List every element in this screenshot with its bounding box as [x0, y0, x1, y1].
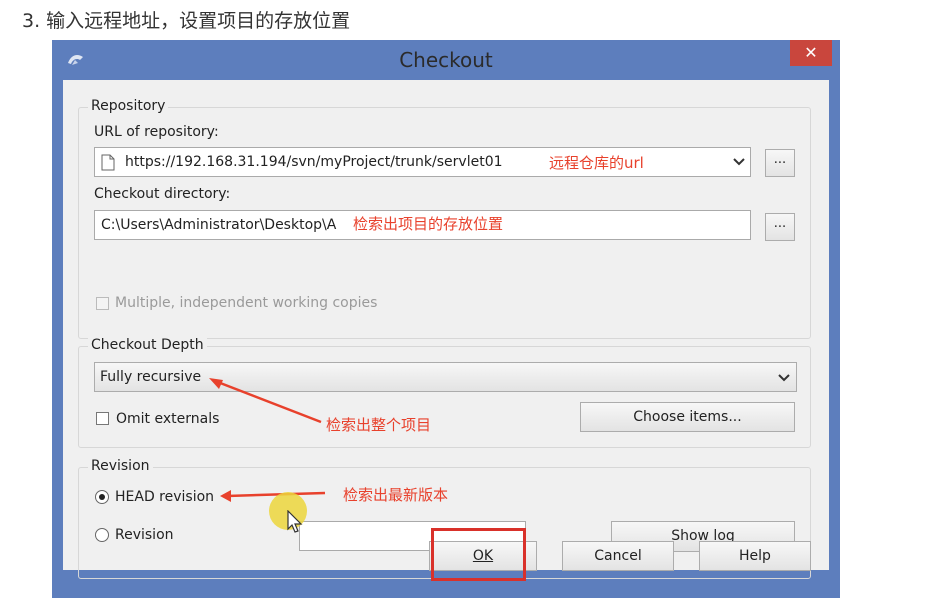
depth-arrowhead: [209, 378, 223, 389]
checkout-dialog: Checkout ✕ Repository URL of repository:…: [52, 40, 840, 598]
mouse-cursor-icon: [287, 510, 303, 533]
close-button[interactable]: ✕: [790, 40, 832, 66]
head-revision-arrowhead: [220, 490, 231, 502]
help-button[interactable]: Help: [699, 541, 811, 571]
cancel-button[interactable]: Cancel: [562, 541, 674, 571]
depth-arrow: [214, 379, 322, 424]
dialog-title: Checkout: [399, 48, 493, 72]
title-bar[interactable]: Checkout ✕: [52, 40, 840, 80]
annotation-arrows: [209, 378, 326, 502]
close-icon: ✕: [804, 43, 818, 62]
tutorial-caption: 3. 输入远程地址，设置项目的存放位置: [22, 10, 351, 32]
ok-highlight-box: [431, 528, 526, 581]
dialog-body: Repository URL of repository: https://19…: [63, 80, 829, 579]
